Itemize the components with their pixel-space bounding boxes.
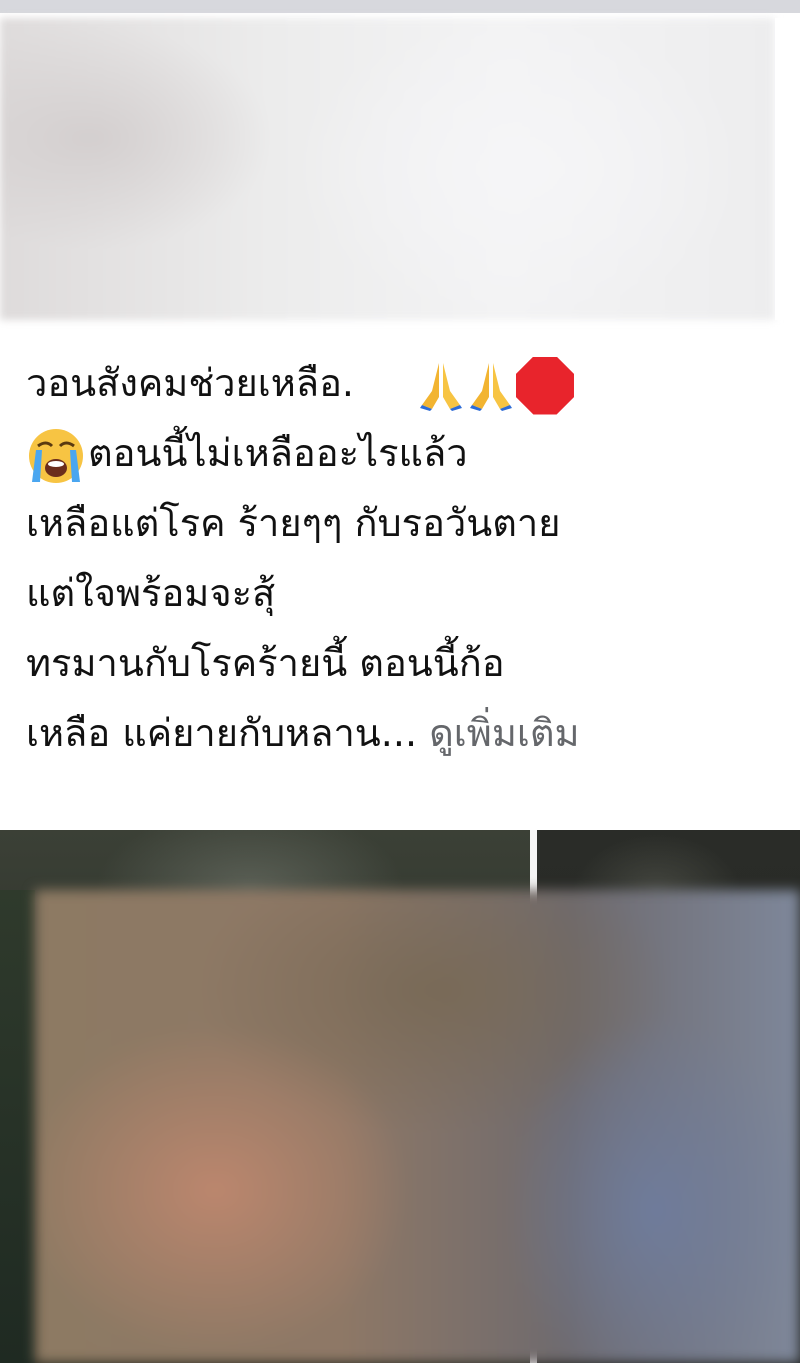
post-screenshot: วอนสังคมช่วยเหลือ. ตอนนี้ไม่เหลืออะไรแล้…: [0, 0, 800, 1363]
post-line-6-text: เหลือ แค่ยายกับหลาน...: [26, 711, 418, 755]
post-body: วอนสังคมช่วยเหลือ. ตอนนี้ไม่เหลืออะไรแล้…: [26, 348, 786, 768]
post-line-6: เหลือ แค่ยายกับหลาน... ดูเพิ่มเติม: [26, 698, 786, 768]
blurred-photo-region: [35, 890, 800, 1363]
crying-face-icon: [26, 426, 86, 486]
header-edge: [775, 18, 800, 320]
blurred-header-image: [0, 18, 775, 320]
stop-sign-icon: [515, 356, 574, 415]
post-line-3: เหลือแต่โรค ร้ายๆๆ กับรอวันตาย: [26, 501, 561, 545]
top-bar: [0, 0, 800, 13]
see-more-link[interactable]: ดูเพิ่มเติม: [429, 711, 579, 755]
folded-hands-icon: [418, 361, 464, 411]
post-line-4: แต่ใจพร้อมจะสุ้: [26, 571, 276, 615]
post-line-1: วอนสังคมช่วยเหลือ.: [26, 348, 786, 418]
folded-hands-icon: [468, 361, 514, 411]
post-line-5: ทรมานกับโรคร้ายนี้ ตอนนี้ก้อ: [26, 641, 505, 685]
post-line-2: ตอนนี้ไม่เหลืออะไรแล้ว: [26, 418, 786, 488]
post-line-1-text: วอนสังคมช่วยเหลือ.: [26, 361, 354, 405]
post-line-2-text: ตอนนี้ไม่เหลืออะไรแล้ว: [88, 431, 468, 475]
photo-edge: [0, 890, 35, 1363]
